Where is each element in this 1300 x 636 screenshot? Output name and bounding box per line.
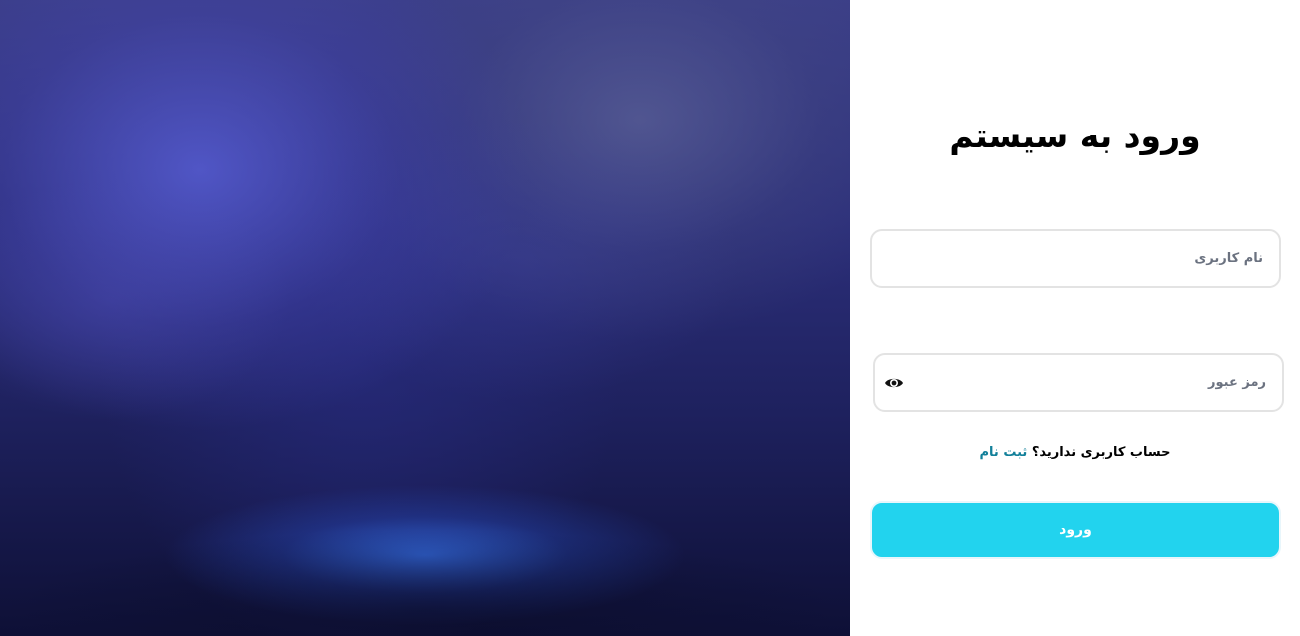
login-panel: ورود به سیستم حساب کاربری ندارید؟ ثبت نا…	[850, 0, 1300, 636]
eye-icon[interactable]	[884, 375, 904, 391]
no-account-text: حساب کاربری ندارید؟	[1031, 445, 1171, 460]
background-haze	[0, 0, 850, 636]
background-image	[0, 0, 850, 636]
login-button[interactable]: ورود	[870, 501, 1281, 559]
password-field	[873, 353, 1284, 412]
page-title: ورود به سیستم	[949, 116, 1201, 155]
password-input[interactable]	[875, 355, 1282, 410]
username-input[interactable]	[872, 231, 1279, 286]
eye-icon-graphic	[885, 378, 903, 388]
login-page: ورود به سیستم حساب کاربری ندارید؟ ثبت نا…	[0, 0, 1300, 636]
signup-link[interactable]: ثبت نام	[980, 445, 1028, 460]
signup-prompt: حساب کاربری ندارید؟ ثبت نام	[850, 445, 1300, 460]
username-field	[870, 229, 1281, 288]
